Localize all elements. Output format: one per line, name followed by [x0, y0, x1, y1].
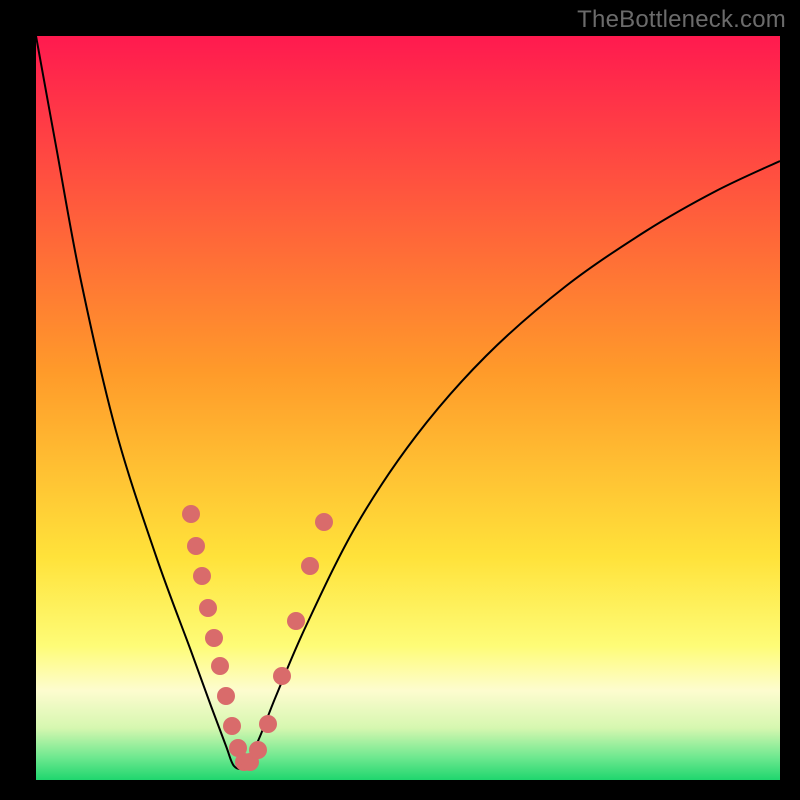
data-point	[182, 505, 200, 523]
data-point	[315, 513, 333, 531]
data-point	[211, 657, 229, 675]
gradient-background	[36, 36, 780, 780]
data-point	[223, 717, 241, 735]
plot-area	[36, 36, 780, 780]
data-point	[187, 537, 205, 555]
data-point	[193, 567, 211, 585]
data-point	[287, 612, 305, 630]
data-point	[217, 687, 235, 705]
data-point	[249, 741, 267, 759]
watermark-text: TheBottleneck.com	[577, 6, 786, 34]
data-point	[205, 629, 223, 647]
data-point	[273, 667, 291, 685]
chart-stage: TheBottleneck.com	[0, 0, 800, 800]
data-point	[259, 715, 277, 733]
chart-svg	[36, 36, 780, 780]
data-point	[199, 599, 217, 617]
data-point	[301, 557, 319, 575]
